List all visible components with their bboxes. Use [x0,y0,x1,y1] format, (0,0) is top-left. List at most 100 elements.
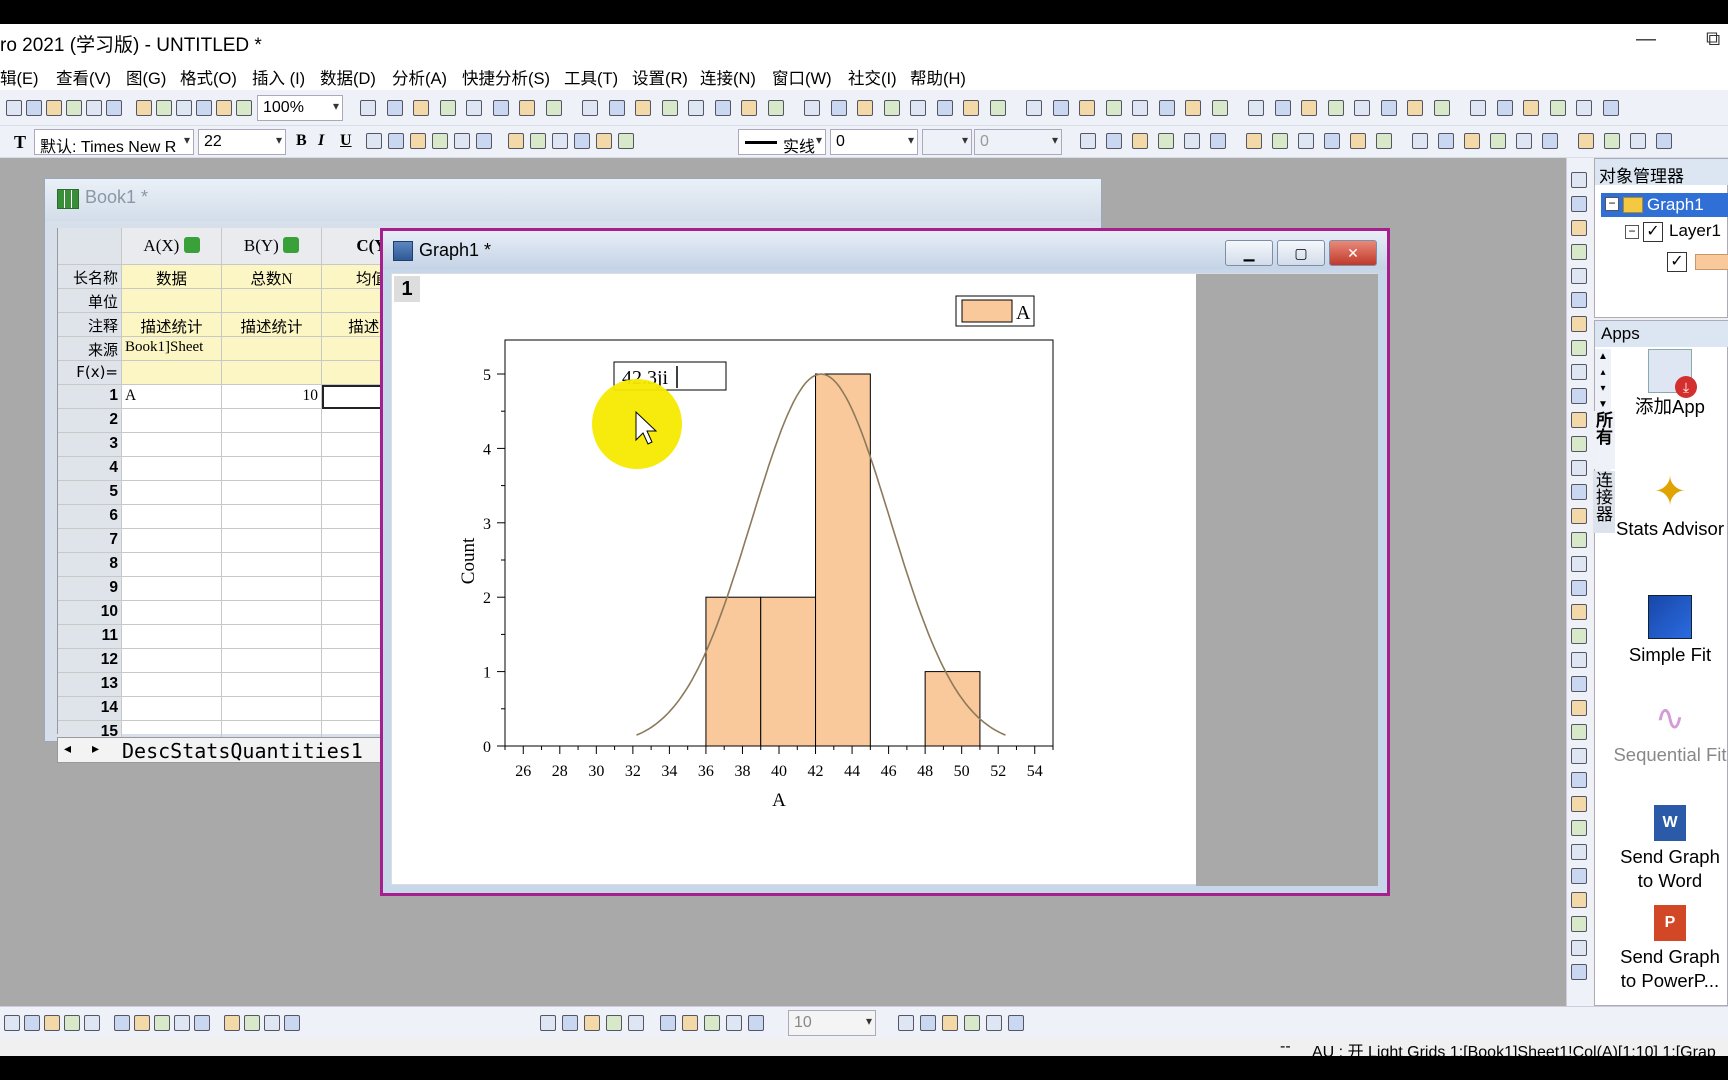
tool-button-icon[interactable] [1571,172,1587,188]
toolbar-button-icon[interactable] [741,100,757,116]
meta-cell[interactable]: 总数N [222,265,322,289]
zoom-combo[interactable]: 100% [257,95,343,121]
histogram-bar[interactable] [815,373,871,747]
toolbar-button-icon[interactable] [857,100,873,116]
toolbar-button-icon[interactable] [1210,133,1226,149]
toolbar-button-icon[interactable] [410,133,426,149]
meta-cell[interactable] [222,337,322,361]
tool-button-icon[interactable] [1571,412,1587,428]
toolbar-button-icon[interactable] [1132,100,1148,116]
toolbar-button-icon[interactable] [114,1015,130,1031]
toolbar-button-icon[interactable] [284,1015,300,1031]
tool-button-icon[interactable] [1571,724,1587,740]
toolbar-button-icon[interactable] [1630,133,1646,149]
plot-checkbox[interactable]: ✓ [1667,252,1687,272]
toolbar-button-icon[interactable] [1380,100,1397,116]
table-cell[interactable] [122,481,222,505]
y-axis-title[interactable]: Count [458,537,479,584]
restore-button[interactable]: ⧉ [1706,28,1720,51]
toolbar-button-icon[interactable] [413,100,429,116]
toolbar-button-icon[interactable] [552,133,568,149]
border-width-combo[interactable]: 0 [974,129,1062,155]
menu-window[interactable]: 窗口(W) [772,65,832,89]
toolbar-button-icon[interactable] [1132,133,1148,149]
tool-button-icon[interactable] [1571,316,1587,332]
meta-row-label[interactable]: F(x)= [58,361,122,385]
table-cell[interactable] [222,553,322,577]
table-cell[interactable] [122,457,222,481]
toolbar-button-icon[interactable] [46,100,62,116]
menu-tools[interactable]: 工具(T) [564,65,618,89]
toolbar-button-icon[interactable] [1516,133,1532,149]
toolbar-button-icon[interactable] [830,100,847,116]
tool-button-icon[interactable] [1571,676,1587,692]
table-cell[interactable] [222,409,322,433]
row-number[interactable]: 10 [58,601,122,625]
tool-button-icon[interactable] [1571,844,1587,860]
toolbar-button-icon[interactable] [156,100,172,116]
toolbar-button-icon[interactable] [530,133,546,149]
border-color-combo[interactable] [922,129,972,155]
toolbar-button-icon[interactable] [1301,100,1317,116]
menu-settings[interactable]: 设置(R) [632,65,688,89]
toolbar-button-icon[interactable] [519,100,535,116]
tool-button-icon[interactable] [1571,364,1587,380]
next-sheet-button[interactable]: ▸ [92,740,99,757]
toolbar-button-icon[interactable] [1354,100,1370,116]
toolbar-button-icon[interactable] [688,100,704,116]
tool-button-icon[interactable] [1571,220,1587,236]
menu-help[interactable]: 帮助(H) [910,65,966,89]
menu-graph[interactable]: 图(G) [126,65,166,89]
corner-cell[interactable] [58,228,122,265]
table-cell[interactable] [222,457,322,481]
toolbar-button-icon[interactable] [366,133,382,149]
menu-view[interactable]: 查看(V) [56,65,111,89]
tool-button-icon[interactable] [1571,388,1587,404]
table-cell[interactable] [222,577,322,601]
tool-button-icon[interactable] [1571,580,1587,596]
toolbar-button-icon[interactable] [236,100,252,116]
table-cell[interactable] [222,481,322,505]
toolbar-button-icon[interactable] [748,1015,764,1031]
table-cell[interactable] [222,649,322,673]
row-number[interactable]: 1 [58,385,122,409]
toolbar-button-icon[interactable] [1158,133,1174,149]
toolbar-button-icon[interactable] [26,100,42,116]
toolbar-button-icon[interactable] [224,1015,240,1031]
graph-page[interactable]: 1 26 28 30 32 34 36 38 40 42 44 46 48 50 52 54 0 1 2 3 4 5 A C… [391,273,1378,886]
toolbar-button-icon[interactable] [174,1015,190,1031]
toolbar-button-icon[interactable] [1542,133,1558,149]
table-cell[interactable] [222,529,322,553]
menu-data[interactable]: 数据(D) [320,65,376,89]
tool-button-icon[interactable] [1571,772,1587,788]
toolbar-button-icon[interactable] [1376,133,1392,149]
table-cell[interactable] [122,697,222,721]
row-number[interactable]: 6 [58,505,122,529]
tool-button-icon[interactable] [1571,628,1587,644]
toolbar-button-icon[interactable] [6,100,22,116]
toolbar-button-icon[interactable] [454,133,470,149]
graph-titlebar[interactable]: Graph1 * ▁ ▢ ✕ [383,231,1387,269]
menu-analysis[interactable]: 分析(A) [392,65,447,89]
table-cell[interactable]: 10 [222,385,322,409]
meta-row-label[interactable]: 来源 [58,337,122,361]
table-cell[interactable] [122,625,222,649]
toolbar-button-icon[interactable] [1496,100,1513,116]
tool-button-icon[interactable] [1571,460,1587,476]
font-combo[interactable]: 默认: Times New R [34,129,194,156]
toolbar-button-icon[interactable] [466,100,482,116]
row-number[interactable]: 2 [58,409,122,433]
toolbar-button-icon[interactable] [804,100,820,116]
tool-button-icon[interactable] [1571,604,1587,620]
meta-row-label[interactable]: 长名称 [58,265,122,289]
toolbar-button-icon[interactable] [1248,100,1264,116]
tool-button-icon[interactable] [1571,916,1587,932]
app-simple-fit[interactable]: Simple Fit [1611,595,1728,667]
line-width-combo[interactable]: 0 [830,129,918,155]
tool-button-icon[interactable] [1571,964,1587,980]
collapse-icon[interactable]: − [1605,197,1619,211]
row-number[interactable]: 9 [58,577,122,601]
toolbar-button-icon[interactable] [176,100,192,116]
row-number[interactable]: 12 [58,649,122,673]
toolbar-button-icon[interactable] [584,1015,600,1031]
